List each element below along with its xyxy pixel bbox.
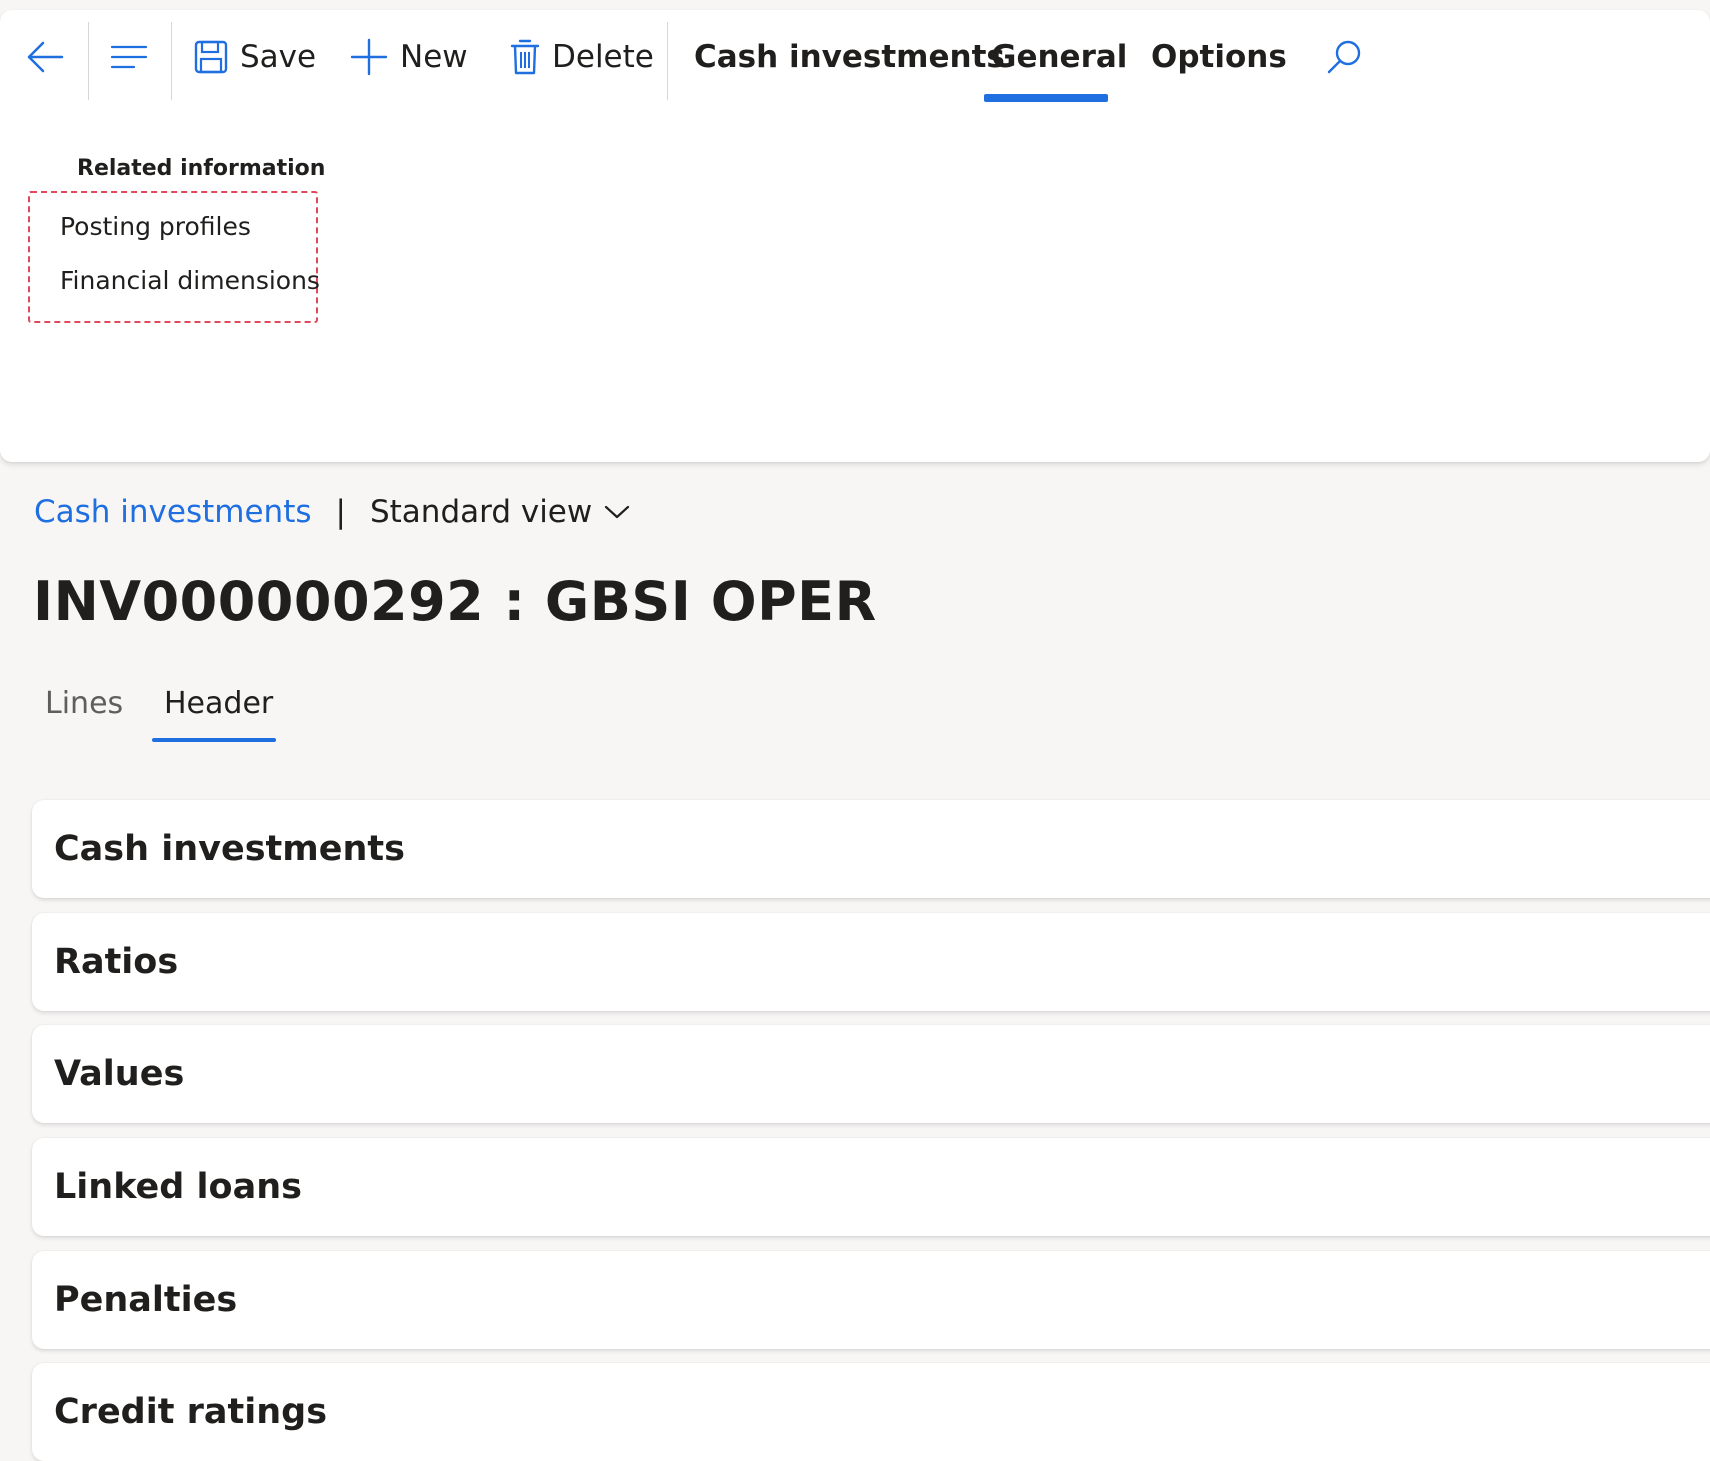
plus-icon	[350, 38, 388, 76]
related-information-heading: Related information	[77, 156, 326, 181]
view-selector-label: Standard view	[369, 494, 593, 530]
tab-general[interactable]: General	[991, 26, 1127, 88]
new-button[interactable]: New	[350, 26, 468, 88]
delete-button[interactable]: Delete	[510, 26, 654, 88]
financial-dimensions-link[interactable]: Financial dimensions	[60, 266, 320, 295]
related-highlight-box	[28, 191, 318, 323]
delete-label: Delete	[552, 39, 654, 75]
search-button[interactable]	[1326, 26, 1362, 88]
menu-lines-icon	[110, 45, 148, 69]
new-label: New	[400, 39, 468, 75]
tab-cash-investments[interactable]: Cash investments	[694, 26, 1005, 88]
chevron-down-icon	[605, 505, 630, 519]
tab-lines[interactable]: Lines	[45, 686, 123, 721]
toolbar: Save New Delete Cash investments General…	[0, 10, 1710, 110]
fasttab-linked-loans[interactable]: Linked loans	[32, 1138, 1710, 1236]
fasttab-values[interactable]: Values	[32, 1025, 1710, 1123]
search-icon	[1327, 40, 1361, 74]
toolbar-divider	[667, 22, 668, 100]
action-pane: Save New Delete Cash investments General…	[0, 10, 1710, 462]
section-title: Cash investments	[54, 829, 405, 869]
save-label: Save	[240, 39, 317, 75]
menu-button[interactable]	[110, 26, 148, 88]
active-tab-indicator	[984, 94, 1108, 102]
section-title: Values	[54, 1054, 185, 1094]
save-icon	[194, 40, 228, 74]
section-title: Ratios	[54, 942, 179, 982]
trash-icon	[510, 39, 540, 75]
fasttab-credit-ratings[interactable]: Credit ratings	[32, 1363, 1710, 1461]
posting-profiles-link[interactable]: Posting profiles	[60, 212, 251, 241]
arrow-left-icon	[27, 41, 64, 73]
fasttab-penalties[interactable]: Penalties	[32, 1251, 1710, 1349]
back-button[interactable]	[26, 26, 64, 88]
toolbar-divider	[171, 22, 172, 100]
page-title: INV000000292 : GBSI OPER	[33, 570, 877, 633]
section-title: Linked loans	[54, 1167, 302, 1207]
save-button[interactable]: Save	[194, 26, 316, 88]
breadcrumb: Cash investments | Standard view	[34, 490, 630, 534]
section-title: Credit ratings	[54, 1392, 328, 1432]
toolbar-divider	[88, 22, 89, 100]
view-selector[interactable]: Standard view	[370, 494, 630, 530]
fasttab-ratios[interactable]: Ratios	[32, 913, 1710, 1011]
tab-header[interactable]: Header	[164, 686, 273, 721]
breadcrumb-link-cash-investments[interactable]: Cash investments	[34, 494, 312, 530]
fasttab-cash-investments[interactable]: Cash investments	[32, 800, 1710, 898]
tab-options[interactable]: Options	[1151, 26, 1287, 88]
section-title: Penalties	[54, 1280, 238, 1320]
page-tab-indicator	[152, 738, 276, 742]
breadcrumb-separator: |	[335, 494, 346, 530]
